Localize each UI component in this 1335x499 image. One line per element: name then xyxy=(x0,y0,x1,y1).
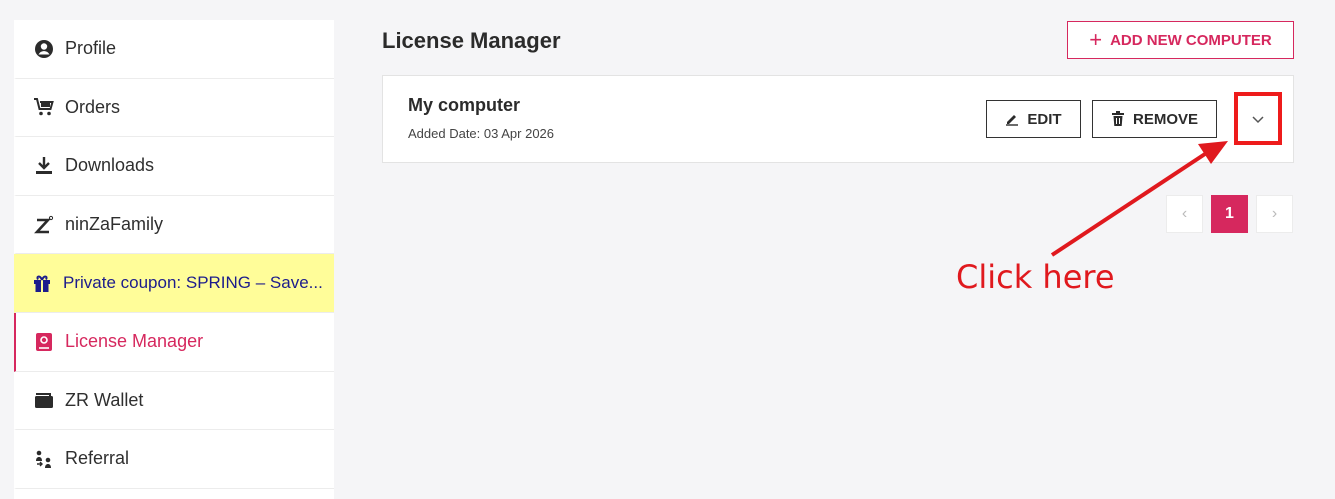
chevron-down-icon xyxy=(1252,115,1264,123)
add-new-computer-label: ADD NEW COMPUTER xyxy=(1110,31,1272,49)
sidebar-item-license-manager[interactable]: License Manager xyxy=(14,312,334,372)
sidebar-item-referral[interactable]: Referral xyxy=(14,430,334,489)
sidebar-item-label: ninZaFamily xyxy=(65,214,164,235)
sidebar-item-label: Orders xyxy=(65,96,121,117)
referral-icon xyxy=(33,448,55,470)
sidebar-item-label: ZR Wallet xyxy=(65,389,144,410)
pagination: ‹ 1 › xyxy=(1166,195,1293,233)
user-circle-icon xyxy=(33,38,55,60)
wallet-icon xyxy=(33,389,55,411)
cart-icon xyxy=(33,96,55,118)
gift-icon xyxy=(31,272,53,294)
pencil-icon xyxy=(1006,115,1019,126)
sidebar-item-label: Private coupon: SPRING – Save... xyxy=(63,273,323,293)
sidebar-item-label: Profile xyxy=(65,38,117,59)
download-icon xyxy=(33,155,55,177)
ninza-z-icon xyxy=(33,214,55,236)
license-icon xyxy=(33,331,55,353)
edit-label: EDIT xyxy=(1027,110,1062,128)
expand-toggle-button[interactable] xyxy=(1234,92,1282,145)
sidebar-item-zr-wallet[interactable]: ZR Wallet xyxy=(14,372,334,431)
sidebar-item-ninzafamily[interactable]: ninZaFamily xyxy=(14,196,334,255)
sidebar-item-private-coupon[interactable]: Private coupon: SPRING – Save... xyxy=(14,254,334,313)
remove-button[interactable]: REMOVE xyxy=(1092,100,1217,138)
account-sidebar: Profile Orders Downloads ninZaFamily Pri… xyxy=(14,20,334,499)
edit-button[interactable]: EDIT xyxy=(986,100,1081,138)
add-new-computer-button[interactable]: + ADD NEW COMPUTER xyxy=(1067,21,1294,59)
sidebar-item-label: License Manager xyxy=(65,331,204,352)
sidebar-item-profile[interactable]: Profile xyxy=(14,20,334,79)
annotation-text: Click here xyxy=(956,258,1115,296)
page-title: License Manager xyxy=(382,28,561,53)
pagination-prev-button[interactable]: ‹ xyxy=(1166,195,1203,233)
computer-name: My computer xyxy=(408,95,521,115)
pagination-page-1[interactable]: 1 xyxy=(1211,195,1248,233)
trash-icon xyxy=(1111,111,1124,126)
pagination-next-button[interactable]: › xyxy=(1256,195,1293,233)
sidebar-item-label: Downloads xyxy=(65,155,155,176)
sidebar-item-orders[interactable]: Orders xyxy=(14,79,334,138)
sidebar-item-downloads[interactable]: Downloads xyxy=(14,137,334,196)
computer-card: My computer Added Date: 03 Apr 2026 EDIT… xyxy=(382,75,1294,163)
plus-icon: + xyxy=(1089,27,1103,52)
remove-label: REMOVE xyxy=(1132,110,1198,128)
computer-added-date: Added Date: 03 Apr 2026 xyxy=(408,126,555,141)
sidebar-item-label: Referral xyxy=(65,448,130,469)
